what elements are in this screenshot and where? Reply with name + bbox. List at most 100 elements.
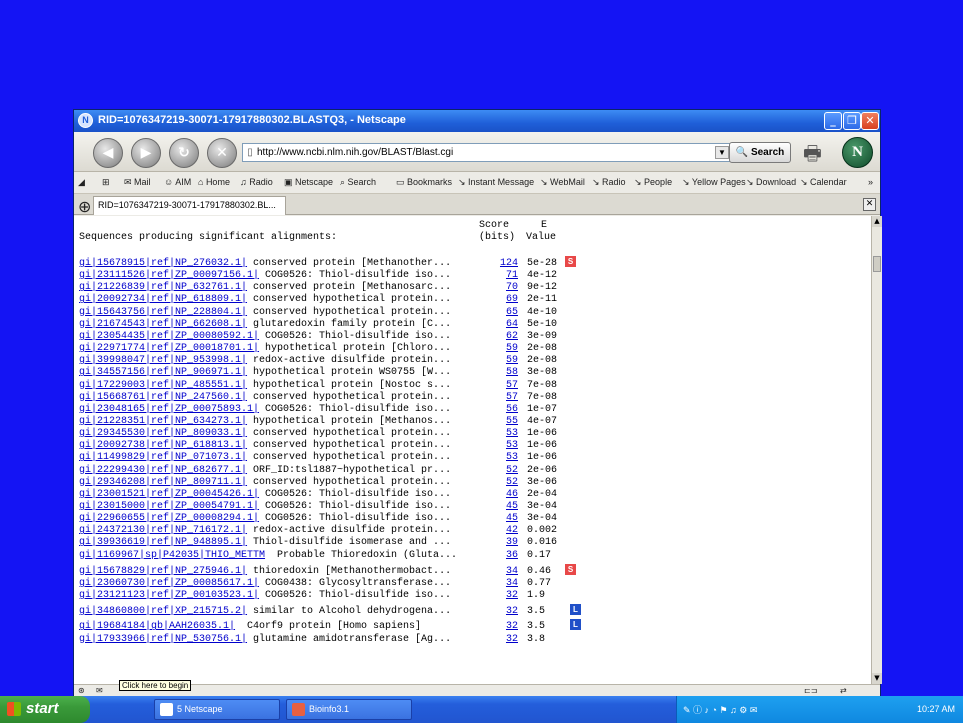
score-link[interactable]: 34 bbox=[492, 578, 518, 589]
forward-arrow-icon[interactable]: ▶ bbox=[131, 138, 161, 168]
sequence-id-link[interactable]: gi|17933966|ref|NP_530756.1| bbox=[79, 634, 247, 645]
sequence-id-link[interactable]: gi|15668761|ref|NP_247560.1| bbox=[79, 392, 247, 403]
bookmark-webmail[interactable]: ↘ WebMail bbox=[540, 177, 585, 188]
close-button[interactable]: ✕ bbox=[861, 112, 879, 130]
score-link[interactable]: 57 bbox=[492, 392, 518, 403]
sequence-id-link[interactable]: gi|20092734|ref|NP_618809.1| bbox=[79, 294, 247, 305]
vertical-scrollbar[interactable]: ▲ ▼ bbox=[871, 216, 882, 684]
sequence-id-link[interactable]: gi|34557156|ref|NP_906971.1| bbox=[79, 367, 247, 378]
sequence-id-link[interactable]: gi|17229003|ref|NP_485551.1| bbox=[79, 380, 247, 391]
sequence-id-link[interactable]: gi|21228351|ref|NP_634273.1| bbox=[79, 416, 247, 427]
stop-icon[interactable]: ✕ bbox=[207, 138, 237, 168]
bookmark-instant-message[interactable]: ↘ Instant Message bbox=[458, 177, 534, 188]
scroll-down-icon[interactable]: ▼ bbox=[872, 673, 882, 684]
score-link[interactable]: 34 bbox=[492, 566, 518, 577]
scroll-thumb[interactable] bbox=[873, 256, 881, 272]
sequence-id-link[interactable]: gi|21674543|ref|NP_662608.1| bbox=[79, 319, 247, 330]
sequence-id-link[interactable]: gi|34860800|ref|XP_215715.2| bbox=[79, 606, 247, 617]
more-chevron-icon[interactable]: » bbox=[868, 177, 873, 187]
bookmark-aim[interactable]: ☺ AIM bbox=[164, 177, 191, 187]
sequence-id-link[interactable]: gi|15678915|ref|NP_276032.1| bbox=[79, 258, 247, 269]
new-tab-icon[interactable]: ⊕ bbox=[78, 197, 91, 216]
minimize-button[interactable]: _ bbox=[824, 112, 842, 130]
sequence-id-link[interactable]: gi|21226839|ref|NP_632761.1| bbox=[79, 282, 247, 293]
structure-badge-icon[interactable]: S bbox=[565, 563, 576, 575]
score-link[interactable]: 32 bbox=[492, 621, 518, 632]
sequence-id-link[interactable]: gi|39936619|ref|NP_948895.1| bbox=[79, 537, 247, 548]
score-link[interactable]: 57 bbox=[492, 380, 518, 391]
sequence-id-link[interactable]: gi|29345530|ref|NP_809033.1| bbox=[79, 428, 247, 439]
sequence-id-link[interactable]: gi|23015000|ref|ZP_00054791.1| bbox=[79, 501, 259, 512]
scroll-up-icon[interactable]: ▲ bbox=[872, 216, 882, 227]
sequence-id-link[interactable]: gi|23060730|ref|ZP_00085617.1| bbox=[79, 578, 259, 589]
home-tab-icon[interactable]: ⊞ bbox=[102, 177, 110, 188]
sequence-id-link[interactable]: gi|29346208|ref|NP_809711.1| bbox=[79, 477, 247, 488]
bookmark-yellow-pages[interactable]: ↘ Yellow Pages bbox=[682, 177, 746, 188]
reload-icon[interactable]: ↻ bbox=[169, 138, 199, 168]
maximize-button[interactable]: ❐ bbox=[843, 112, 861, 130]
bookmark-mail[interactable]: ✉ Mail bbox=[124, 177, 151, 188]
score-link[interactable]: 64 bbox=[492, 319, 518, 330]
score-link[interactable]: 32 bbox=[492, 606, 518, 617]
score-link[interactable]: 39 bbox=[492, 537, 518, 548]
bookmark-home[interactable]: ⌂ Home bbox=[198, 177, 230, 187]
sequence-id-link[interactable]: gi|23121123|ref|ZP_00103523.1| bbox=[79, 590, 259, 601]
sequence-id-link[interactable]: gi|22960655|ref|ZP_00008294.1| bbox=[79, 513, 259, 524]
linkout-badge-icon[interactable]: L bbox=[570, 619, 581, 631]
bookmark-netscape[interactable]: ▣ Netscape bbox=[284, 177, 333, 188]
linkout-badge-icon[interactable]: L bbox=[570, 604, 581, 616]
score-link[interactable]: 46 bbox=[492, 489, 518, 500]
sequence-id-link[interactable]: gi|19684184|gb|AAH26035.1| bbox=[79, 621, 235, 632]
bookmark-radio[interactable]: ♫ Radio bbox=[240, 177, 273, 187]
score-link[interactable]: 45 bbox=[492, 501, 518, 512]
score-link[interactable]: 124 bbox=[492, 258, 518, 269]
score-link[interactable]: 32 bbox=[492, 634, 518, 645]
bookmark-search[interactable]: ⌕ Search bbox=[340, 177, 376, 188]
sequence-id-link[interactable]: gi|23111526|ref|ZP_00097156.1| bbox=[79, 270, 259, 281]
score-link[interactable]: 53 bbox=[492, 452, 518, 463]
sequence-id-link[interactable]: gi|20092738|ref|NP_618813.1| bbox=[79, 440, 247, 451]
score-link[interactable]: 52 bbox=[492, 477, 518, 488]
sequence-id-link[interactable]: gi|1169967|sp|P42035|THIO_METTM bbox=[79, 550, 265, 561]
score-link[interactable]: 70 bbox=[492, 282, 518, 293]
bookmark-radio-2[interactable]: ↘ Radio bbox=[592, 177, 626, 188]
score-link[interactable]: 36 bbox=[492, 550, 518, 561]
score-link[interactable]: 69 bbox=[492, 294, 518, 305]
print-icon[interactable]: 🖶 bbox=[803, 139, 822, 173]
score-link[interactable]: 45 bbox=[492, 513, 518, 524]
bookmark-download[interactable]: ↘ Download bbox=[746, 177, 796, 188]
sequence-id-link[interactable]: gi|23048165|ref|ZP_00075893.1| bbox=[79, 404, 259, 415]
sequence-id-link[interactable]: gi|23054435|ref|ZP_00080592.1| bbox=[79, 331, 259, 342]
bookmarks-menu[interactable]: ▭ Bookmarks bbox=[396, 177, 452, 188]
structure-badge-icon[interactable]: S bbox=[565, 256, 576, 267]
score-link[interactable]: 62 bbox=[492, 331, 518, 342]
tab-blast-results[interactable]: RID=1076347219-30071-17917880302.BL... bbox=[93, 196, 286, 215]
task-bioinfo[interactable]: Bioinfo3.1 bbox=[286, 699, 412, 720]
url-dropdown-icon[interactable]: ▼ bbox=[715, 146, 729, 159]
score-link[interactable]: 52 bbox=[492, 465, 518, 476]
sequence-id-link[interactable]: gi|15678829|ref|NP_275946.1| bbox=[79, 566, 247, 577]
sequence-id-link[interactable]: gi|22299430|ref|NP_682677.1| bbox=[79, 465, 247, 476]
sequence-id-link[interactable]: gi|39998047|ref|NP_953998.1| bbox=[79, 355, 247, 366]
close-tab-icon[interactable]: ✕ bbox=[863, 198, 876, 211]
score-link[interactable]: 65 bbox=[492, 307, 518, 318]
bookmark-people[interactable]: ↘ People bbox=[634, 177, 672, 188]
netscape-logo[interactable]: N bbox=[842, 137, 873, 168]
sequence-id-link[interactable]: gi|15643756|ref|NP_228804.1| bbox=[79, 307, 247, 318]
bookmark-calendar[interactable]: ↘ Calendar bbox=[800, 177, 847, 188]
score-link[interactable]: 71 bbox=[492, 270, 518, 281]
score-link[interactable]: 32 bbox=[492, 590, 518, 601]
sequence-id-link[interactable]: gi|23001521|ref|ZP_00045426.1| bbox=[79, 489, 259, 500]
score-link[interactable]: 56 bbox=[492, 404, 518, 415]
tray-icons[interactable]: ✎ ⓘ ♪ ◔ ⚑ ♫ ⚙ ✉ bbox=[683, 703, 757, 716]
score-link[interactable]: 58 bbox=[492, 367, 518, 378]
mail-status-icon[interactable]: ✉ bbox=[96, 686, 103, 695]
score-link[interactable]: 59 bbox=[492, 355, 518, 366]
url-field[interactable]: ▯ http://www.ncbi.nlm.nih.gov/BLAST/Blast… bbox=[242, 143, 732, 162]
score-link[interactable]: 53 bbox=[492, 428, 518, 439]
task-netscape[interactable]: 5 Netscape bbox=[154, 699, 280, 720]
sequence-id-link[interactable]: gi|22971774|ref|ZP_00018701.1| bbox=[79, 343, 259, 354]
score-link[interactable]: 53 bbox=[492, 440, 518, 451]
score-link[interactable]: 59 bbox=[492, 343, 518, 354]
back-arrow-icon[interactable]: ◀ bbox=[93, 138, 123, 168]
